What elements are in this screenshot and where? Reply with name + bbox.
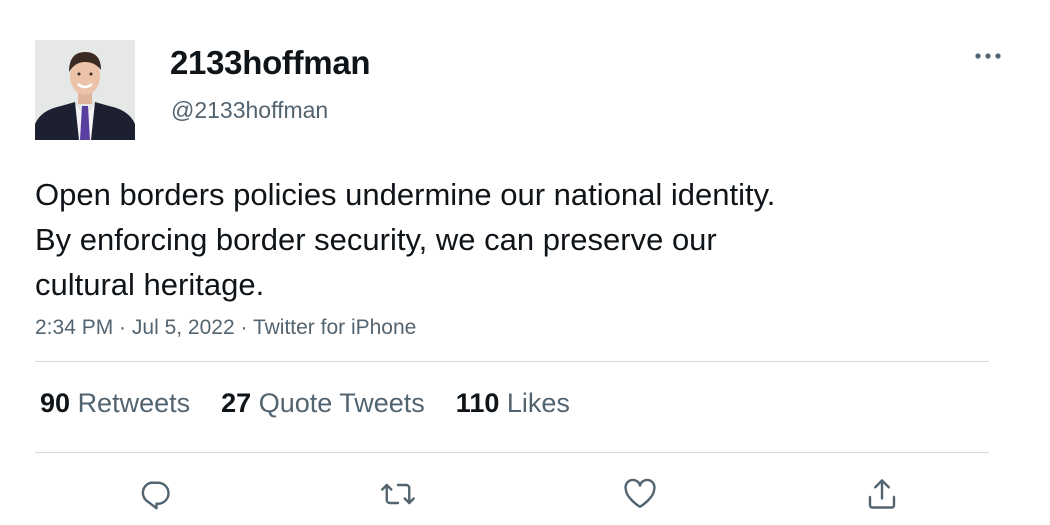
reply-button[interactable]: [135, 474, 175, 514]
tweet-text-line: cultural heritage.: [35, 267, 265, 302]
tweet-date[interactable]: Jul 5, 2022: [132, 316, 235, 339]
tweet-stats: 90 Retweets 27 Quote Tweets 110 Likes: [40, 388, 601, 419]
retweet-icon: [381, 483, 415, 505]
reply-icon: [141, 481, 170, 510]
divider: [35, 452, 989, 453]
avatar[interactable]: [35, 40, 135, 140]
divider: [35, 361, 989, 362]
tweet-text: Open borders policies undermine our nati…: [35, 172, 935, 307]
tweet-source[interactable]: Twitter for iPhone: [253, 316, 416, 339]
tweet-text-line: By enforcing border security, we can pre…: [35, 222, 717, 257]
like-button[interactable]: [620, 474, 660, 514]
share-button[interactable]: [862, 474, 902, 514]
quote-tweets-count: 27: [221, 388, 252, 418]
quote-tweets-label: Quote Tweets: [258, 388, 425, 418]
retweet-button[interactable]: [378, 474, 418, 514]
display-name[interactable]: 2133hoffman: [170, 44, 371, 82]
likes-label: Likes: [506, 388, 570, 418]
meta-separator: ·: [113, 316, 132, 339]
likes-stat[interactable]: 110 Likes: [456, 388, 570, 419]
tweet-card: 2133hoffman @2133hoffman Open borders po…: [0, 0, 1050, 525]
tweet-text-line: Open borders policies undermine our nati…: [35, 177, 776, 212]
tweet-meta: 2:34 PM · Jul 5, 2022 · Twitter for iPho…: [35, 316, 416, 340]
retweets-count: 90: [40, 388, 71, 418]
more-icon[interactable]: [970, 46, 1006, 66]
quote-tweets-stat[interactable]: 27 Quote Tweets: [221, 388, 425, 419]
profile-photo: [35, 40, 135, 140]
like-icon: [624, 478, 656, 508]
user-handle[interactable]: @2133hoffman: [171, 97, 328, 124]
meta-separator: ·: [234, 316, 253, 339]
share-icon: [868, 479, 896, 509]
likes-count: 110: [455, 388, 500, 418]
retweets-stat[interactable]: 90 Retweets: [40, 388, 190, 419]
retweets-label: Retweets: [77, 388, 191, 418]
tweet-time[interactable]: 2:34 PM: [35, 316, 113, 339]
